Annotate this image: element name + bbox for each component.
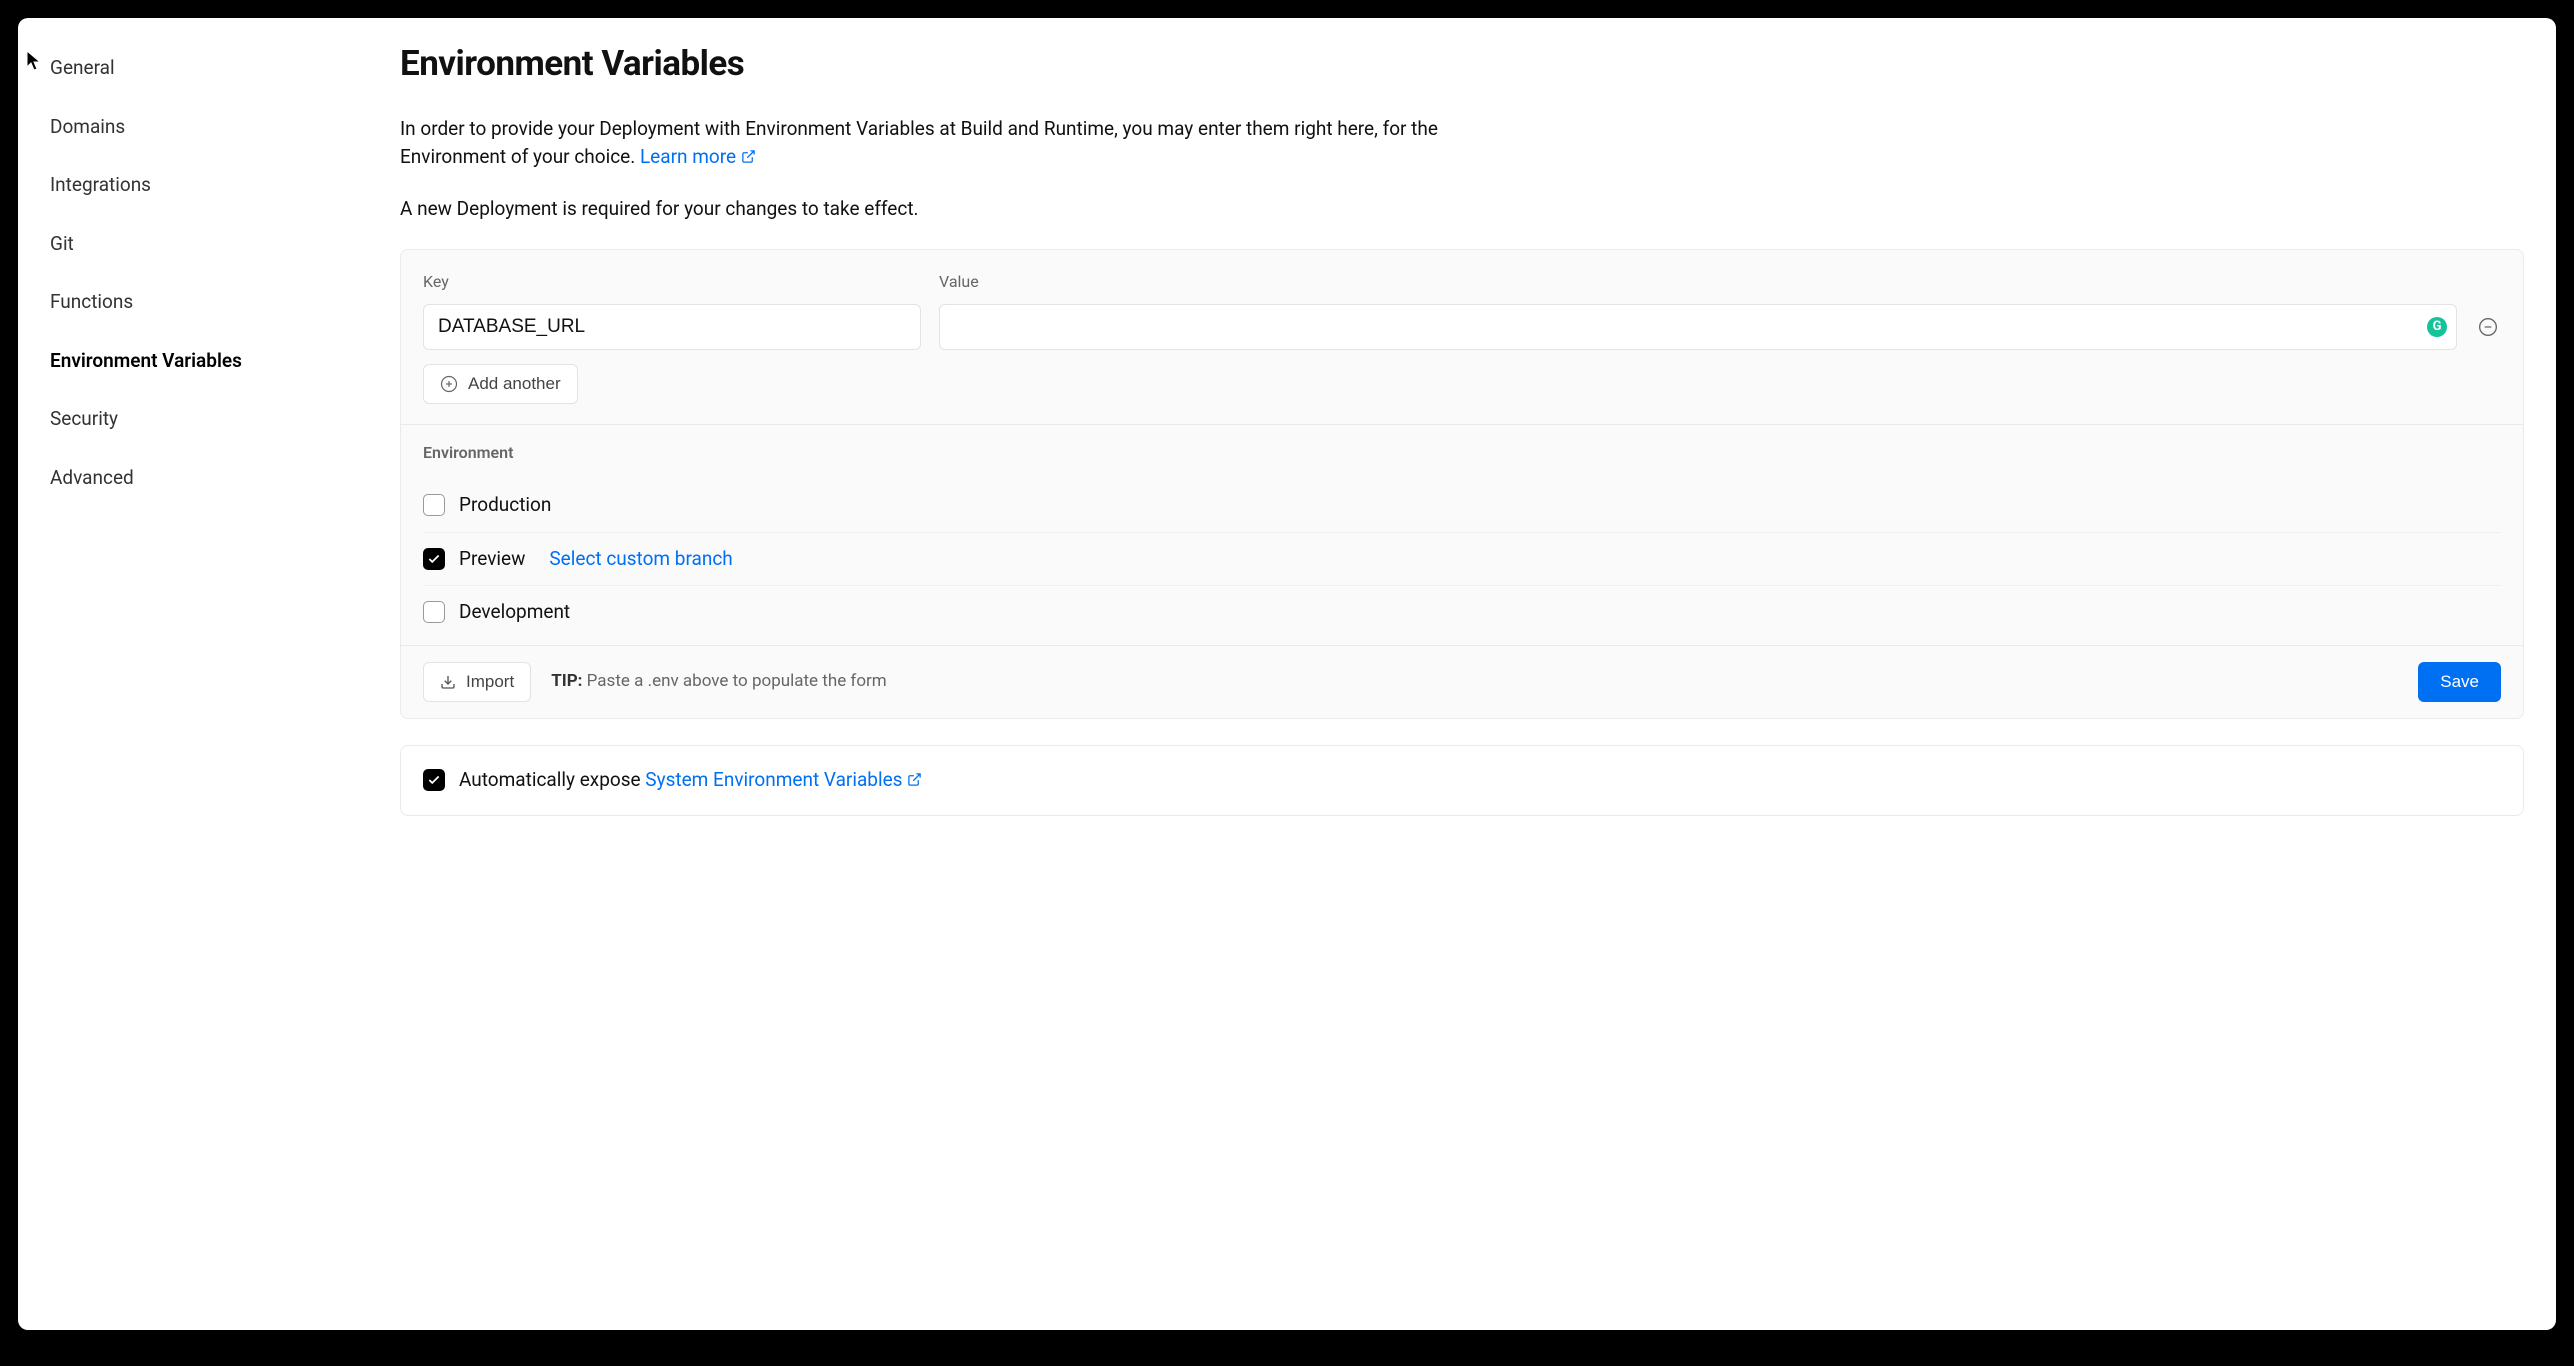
- sidebar-item-general[interactable]: General: [48, 44, 388, 93]
- production-label: Production: [459, 491, 551, 520]
- add-another-label: Add another: [468, 374, 561, 394]
- development-checkbox[interactable]: [423, 601, 445, 623]
- environment-heading: Environment: [423, 441, 2501, 465]
- key-column-header: Key: [423, 270, 921, 294]
- system-env-vars-link-text: System Environment Variables: [645, 768, 902, 791]
- tip-body: Paste a .env above to populate the form: [582, 671, 886, 691]
- grammarly-icon: G: [2427, 317, 2447, 337]
- value-column-header: Value: [939, 270, 2501, 294]
- add-another-button[interactable]: Add another: [423, 364, 578, 404]
- minus-circle-icon: [2478, 317, 2498, 337]
- mouse-cursor-icon: [26, 50, 42, 72]
- settings-sidebar: General Domains Integrations Git Functio…: [48, 36, 388, 1330]
- preview-label: Preview: [459, 545, 525, 574]
- select-custom-branch-link[interactable]: Select custom branch: [549, 545, 732, 574]
- auto-expose-card: Automatically expose System Environment …: [400, 745, 2524, 817]
- sidebar-item-security[interactable]: Security: [48, 395, 388, 444]
- external-link-icon: [741, 144, 756, 173]
- intro-body: In order to provide your Deployment with…: [400, 117, 1438, 169]
- sidebar-item-domains[interactable]: Domains: [48, 103, 388, 152]
- env-row-preview: Preview Select custom branch: [423, 533, 2501, 587]
- download-icon: [440, 674, 456, 690]
- auto-expose-prefix: Automatically expose: [459, 768, 645, 791]
- tip-text: TIP: Paste a .env above to populate the …: [551, 669, 887, 695]
- learn-more-link[interactable]: Learn more: [640, 145, 756, 168]
- system-env-vars-link[interactable]: System Environment Variables: [645, 768, 922, 791]
- intro-text: In order to provide your Deployment with…: [400, 115, 1500, 173]
- env-key-input[interactable]: [423, 304, 921, 350]
- env-var-row: G: [423, 304, 2501, 350]
- remove-row-button[interactable]: [2475, 314, 2501, 340]
- sidebar-item-functions[interactable]: Functions: [48, 278, 388, 327]
- env-value-input[interactable]: [939, 304, 2457, 350]
- env-row-development: Development: [423, 586, 2501, 639]
- auto-expose-text: Automatically expose System Environment …: [459, 766, 922, 796]
- sidebar-item-integrations[interactable]: Integrations: [48, 161, 388, 210]
- development-label: Development: [459, 598, 570, 627]
- plus-circle-icon: [440, 375, 458, 393]
- auto-expose-checkbox[interactable]: [423, 769, 445, 791]
- import-label: Import: [466, 672, 514, 692]
- production-checkbox[interactable]: [423, 494, 445, 516]
- learn-more-text: Learn more: [640, 145, 736, 168]
- main-content: Environment Variables In order to provid…: [388, 36, 2526, 1330]
- env-var-card: Key Value G Add another: [400, 249, 2524, 719]
- external-link-icon: [907, 767, 922, 796]
- preview-checkbox[interactable]: [423, 548, 445, 570]
- env-row-production: Production: [423, 479, 2501, 533]
- sidebar-item-advanced[interactable]: Advanced: [48, 454, 388, 503]
- tip-prefix: TIP:: [551, 671, 582, 691]
- page-title: Environment Variables: [400, 38, 2524, 91]
- import-button[interactable]: Import: [423, 662, 531, 702]
- sidebar-item-git[interactable]: Git: [48, 220, 388, 269]
- save-button[interactable]: Save: [2418, 662, 2501, 702]
- redeploy-note: A new Deployment is required for your ch…: [400, 195, 2524, 224]
- sidebar-item-environment-variables[interactable]: Environment Variables: [48, 337, 388, 386]
